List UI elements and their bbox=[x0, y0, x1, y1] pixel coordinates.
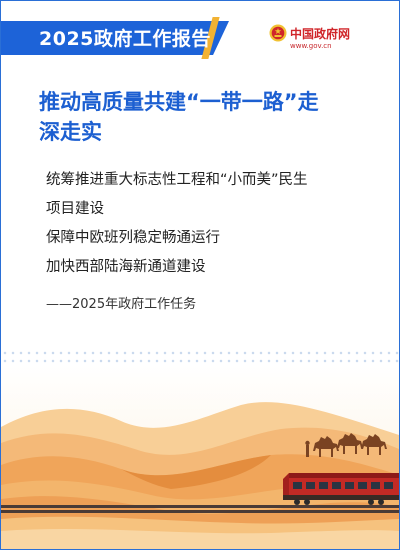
desert-train-illustration bbox=[1, 365, 399, 549]
badge-year: 2025 bbox=[39, 28, 94, 50]
source-name: 中国政府网 bbox=[290, 27, 351, 41]
task-line: 统筹推进重大标志性工程和“小而美”民生 bbox=[46, 172, 308, 188]
national-emblem-icon bbox=[269, 24, 287, 42]
signature: ——2025年政府工作任务 bbox=[46, 297, 197, 312]
task-list: 统筹推进重大标志性工程和“小而美”民生 项目建设 保障中欧班列稳定畅通运行 加快… bbox=[46, 166, 381, 282]
badge-label: 政府工作报告 bbox=[93, 28, 211, 50]
task-line: 保障中欧班列稳定畅通运行 bbox=[46, 230, 220, 246]
task-line: 项目建设 bbox=[46, 201, 104, 217]
title-badge-text: 2025政府工作报告 bbox=[39, 22, 211, 56]
headline-line-1: 推动高质量共建“一带一路”走 bbox=[39, 90, 319, 114]
headline-line-2: 深走实 bbox=[39, 120, 102, 144]
task-line: 加快西部陆海新通道建设 bbox=[46, 259, 206, 275]
dotted-divider bbox=[1, 349, 399, 365]
poster: 2025政府工作报告 中国政府网 www.gov.cn 推动高质量共建“一带一路… bbox=[0, 0, 400, 550]
source-url: www.gov.cn bbox=[290, 42, 332, 50]
headline: 推动高质量共建“一带一路”走 深走实 bbox=[39, 87, 379, 147]
